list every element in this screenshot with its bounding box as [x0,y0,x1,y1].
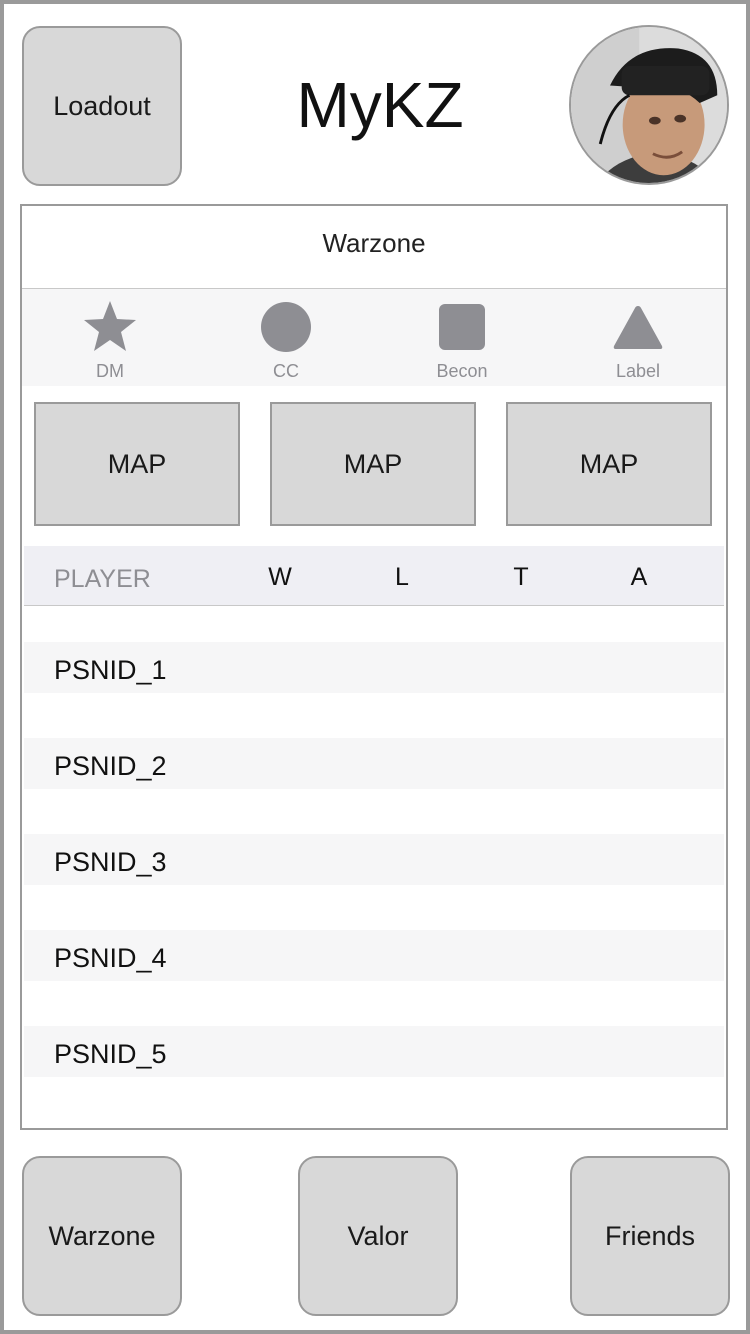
map-button-3[interactable]: MAP [506,402,712,526]
tab-cc[interactable]: CC [198,289,374,386]
tab-dm[interactable]: DM [22,289,198,386]
game-panel: Warzone DM CC Becon Label MAP MAP MAP PL… [20,204,728,1130]
avatar[interactable] [569,25,729,185]
tab-label: Becon [436,361,488,381]
table-row[interactable]: PSNID_5 [24,1026,724,1077]
player-name: PSNID_3 [54,847,167,877]
square-icon [439,304,485,350]
player-name: PSNID_2 [54,751,167,781]
column-header-l: L [395,563,409,591]
map-selector: MAP MAP MAP [34,402,714,526]
tab-label-mode[interactable]: Label [550,289,726,386]
app-title: MyKZ [296,69,464,141]
map-button-2[interactable]: MAP [270,402,476,526]
valor-nav-button[interactable]: Valor [298,1156,458,1316]
friends-nav-button[interactable]: Friends [570,1156,730,1316]
player-name: PSNID_1 [54,655,167,685]
table-row[interactable]: PSNID_2 [24,738,724,789]
triangle-icon [613,306,663,349]
map-button-1[interactable]: MAP [34,402,240,526]
table-row[interactable]: PSNID_4 [24,930,724,981]
stats-table-header: PLAYER W L T A [24,546,724,606]
warzone-nav-button[interactable]: Warzone [22,1156,182,1316]
avatar-photo [571,27,727,183]
player-name: PSNID_5 [54,1039,167,1069]
star-icon [84,301,136,351]
table-row[interactable]: PSNID_3 [24,834,724,885]
circle-icon [261,302,311,352]
player-name: PSNID_4 [54,943,167,973]
table-row[interactable]: PSNID_1 [24,642,724,693]
loadout-button[interactable]: Loadout [22,26,182,186]
mode-tab-bar: DM CC Becon Label [22,289,726,386]
column-header-a: A [630,563,648,591]
tab-label: CC [273,361,299,381]
tab-label: DM [96,361,124,381]
tab-label: Label [615,361,661,381]
tab-becon[interactable]: Becon [374,289,550,386]
column-header-t: T [513,563,529,591]
panel-title: Warzone [22,206,726,289]
column-header-player: PLAYER [54,565,151,593]
column-header-w: W [268,563,292,591]
